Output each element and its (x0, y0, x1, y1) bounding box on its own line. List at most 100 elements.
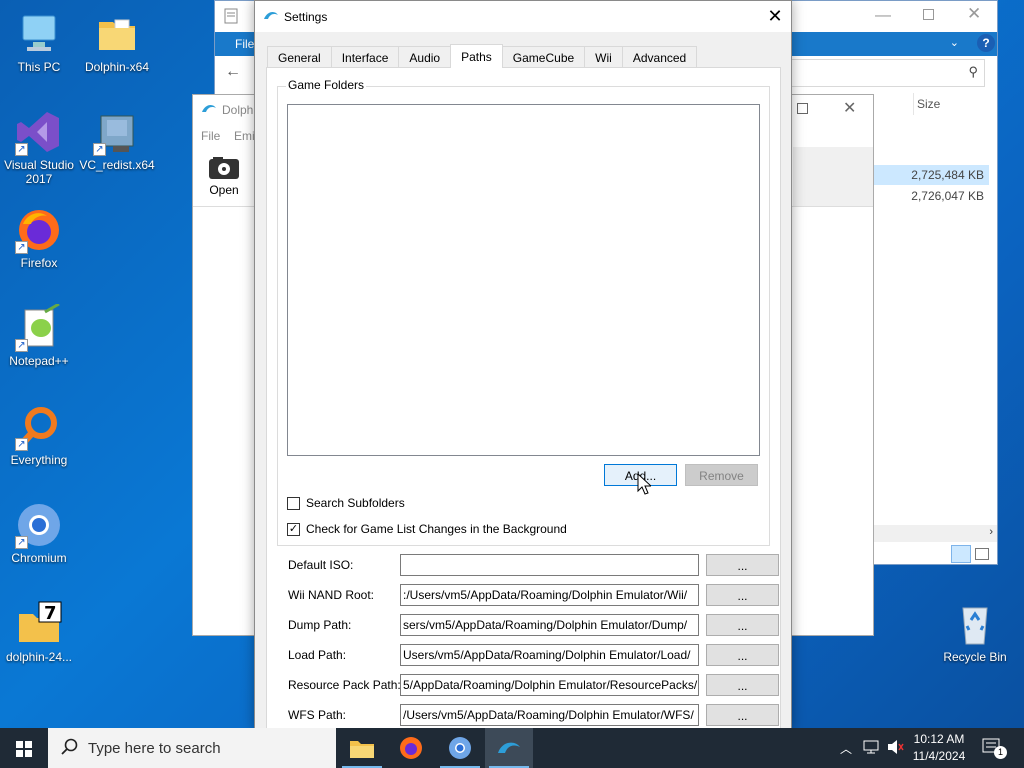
path-label: Dump Path: (288, 618, 352, 632)
tab-gamecube[interactable]: GameCube (501, 46, 586, 68)
resource-pack-path-input[interactable]: 5/AppData/Roaming/Dolphin Emulator/Resou… (400, 674, 699, 696)
windows-logo-icon (16, 741, 32, 760)
desktop-icon-this-pc[interactable]: This PC (1, 10, 77, 74)
close-icon[interactable]: ✕ (759, 1, 791, 32)
desktop-icon-dolphin-archive[interactable]: 7 dolphin-24... (1, 600, 77, 664)
check-game-list-changes-checkbox[interactable]: ✓ Check for Game List Changes in the Bac… (287, 521, 567, 537)
details-view-icon[interactable] (951, 545, 971, 563)
checkbox-unchecked[interactable] (287, 496, 300, 510)
browse-button[interactable]: ... (706, 644, 779, 666)
tab-advanced[interactable]: Advanced (621, 46, 698, 68)
network-icon[interactable] (862, 739, 880, 758)
scroll-right-icon[interactable]: › (989, 526, 993, 538)
dolphin-logo-icon (201, 103, 217, 118)
minimize-icon[interactable]: — (875, 7, 891, 25)
explorer-search-box[interactable]: ⚲ (785, 59, 985, 87)
desktop-icon-label: Dolphin-x64 (84, 60, 150, 74)
taskbar-dolphin[interactable] (485, 728, 533, 768)
horizontal-scrollbar[interactable]: › (873, 525, 997, 542)
desktop-icon-label: This PC (17, 60, 61, 74)
volume-muted-icon[interactable] (886, 739, 904, 758)
browse-button[interactable]: ... (706, 554, 779, 576)
desktop-icon-label: dolphin-24... (5, 650, 73, 664)
shortcut-arrow-icon: ↗ (93, 143, 106, 156)
action-center-button[interactable]: 1 (982, 738, 1007, 761)
checkmark-icon[interactable]: ✓ (287, 522, 300, 536)
close-icon[interactable]: ✕ (843, 98, 856, 118)
view-toggle (951, 545, 995, 563)
desktop-icon-label: Visual Studio 2017 (4, 158, 74, 186)
open-button[interactable]: Open (201, 153, 247, 203)
maximize-icon[interactable] (797, 103, 808, 114)
tab-interface[interactable]: Interface (330, 46, 400, 68)
desktop-icon-label: Everything (10, 453, 68, 467)
tab-audio[interactable]: Audio (398, 46, 452, 68)
remove-folder-button[interactable]: Remove (685, 464, 758, 486)
chevron-down-icon[interactable]: ⌄ (950, 36, 959, 49)
search-placeholder: Type here to search (88, 740, 221, 757)
tab-general[interactable]: General (267, 46, 332, 68)
large-icons-view-icon[interactable] (975, 548, 989, 560)
default-iso-input[interactable] (400, 554, 699, 576)
desktop-icon-label: Firefox (20, 256, 58, 270)
file-size-cell[interactable]: 2,726,047 KB (873, 186, 989, 206)
taskbar-search-box[interactable]: Type here to search (48, 728, 336, 768)
shortcut-arrow-icon: ↗ (15, 339, 28, 352)
folder-icon (350, 738, 374, 761)
menu-emulation[interactable]: Emi (234, 129, 255, 143)
shortcut-arrow-icon: ↗ (15, 143, 28, 156)
everything-search-icon: ↗ (15, 403, 63, 451)
chromium-icon: ↗ (15, 501, 63, 549)
desktop-icon-everything[interactable]: ↗ Everything (1, 403, 77, 467)
game-folders-group: Game Folders Add... Remove Search Subfol… (277, 78, 770, 546)
tab-wii[interactable]: Wii (584, 46, 623, 68)
desktop-icon-firefox[interactable]: ↗ Firefox (1, 206, 77, 270)
settings-title: Settings (284, 10, 328, 24)
taskbar-file-explorer[interactable] (338, 728, 386, 768)
chevron-up-icon[interactable]: ︿ (840, 740, 852, 757)
close-icon[interactable]: ✕ (967, 4, 981, 24)
mouse-pointer-icon (637, 472, 653, 498)
search-icon: ⚲ (968, 64, 978, 79)
desktop-icon-notepadpp[interactable]: ↗ Notepad++ (1, 302, 77, 368)
desktop-icon-vc-redist[interactable]: ↗ VC_redist.x64 (79, 108, 155, 172)
settings-titlebar: Settings ✕ (255, 1, 791, 32)
taskbar: Type here to search ︿ 10:12 AM 11/4/2024 (0, 728, 1024, 768)
menu-file[interactable]: File (201, 129, 220, 143)
desktop-icon-dolphin-x64[interactable]: Dolphin-x64 (79, 10, 155, 74)
wii-nand-root-input[interactable]: :/Users/vm5/AppData/Roaming/Dolphin Emul… (400, 584, 699, 606)
search-subfolders-label: Search Subfolders (306, 496, 405, 510)
paths-tab-panel: Game Folders Add... Remove Search Subfol… (266, 67, 781, 731)
help-icon[interactable]: ? (977, 34, 995, 52)
7zip-archive-icon: 7 (15, 600, 63, 648)
wfs-path-input[interactable]: /Users/vm5/AppData/Roaming/Dolphin Emula… (400, 704, 699, 726)
load-path-input[interactable]: Users/vm5/AppData/Roaming/Dolphin Emulat… (400, 644, 699, 666)
taskbar-chromium[interactable] (436, 728, 484, 768)
search-subfolders-checkbox[interactable]: Search Subfolders (287, 495, 405, 511)
browse-button[interactable]: ... (706, 704, 779, 726)
desktop-icon-recycle-bin[interactable]: Recycle Bin (937, 600, 1013, 664)
clock[interactable]: 10:12 AM 11/4/2024 (911, 732, 967, 763)
chromium-icon (448, 736, 472, 763)
start-button[interactable] (0, 728, 48, 768)
file-size-cell[interactable]: 2,725,484 KB (873, 165, 989, 185)
browse-button[interactable]: ... (706, 674, 779, 696)
back-arrow-icon[interactable]: ← (225, 63, 241, 81)
browse-button[interactable]: ... (706, 584, 779, 606)
game-folders-list[interactable] (287, 104, 760, 456)
column-header-size[interactable]: Size (913, 93, 989, 115)
maximize-icon[interactable] (923, 9, 934, 20)
browse-button[interactable]: ... (706, 614, 779, 636)
desktop-icon-chromium[interactable]: ↗ Chromium (1, 501, 77, 565)
desktop-icon-label: VC_redist.x64 (79, 158, 155, 172)
game-folders-label: Game Folders (286, 78, 367, 92)
explorer-window-icon (223, 8, 239, 27)
settings-tabbar: General Interface Audio Paths GameCube W… (267, 44, 698, 68)
taskbar-firefox[interactable] (387, 728, 435, 768)
ribbon-file-tab[interactable]: File (235, 37, 254, 51)
dump-path-input[interactable]: sers/vm5/AppData/Roaming/Dolphin Emulato… (400, 614, 699, 636)
path-label: WFS Path: (288, 708, 347, 722)
tab-paths[interactable]: Paths (450, 44, 503, 68)
desktop-icon-visual-studio[interactable]: ↗ Visual Studio 2017 (1, 108, 77, 186)
open-label: Open (209, 183, 239, 197)
